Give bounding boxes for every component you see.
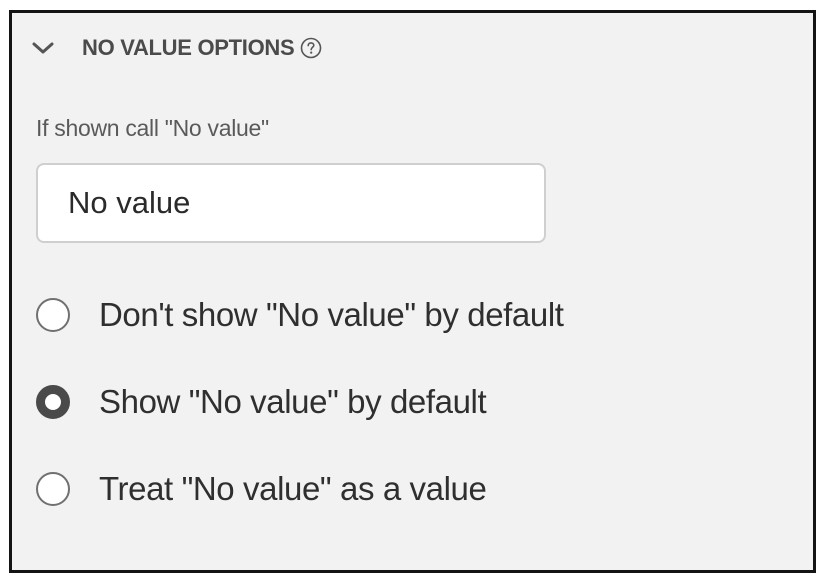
- radio-button[interactable]: [36, 472, 70, 506]
- no-value-text-input[interactable]: [36, 163, 546, 243]
- section-title: NO VALUE OPTIONS: [82, 35, 295, 60]
- section-header-toggle[interactable]: NO VALUE OPTIONS: [30, 31, 322, 65]
- radio-option-show[interactable]: Show "No value" by default: [36, 383, 487, 421]
- radio-label: Treat "No value" as a value: [99, 470, 487, 507]
- radio-button[interactable]: [36, 298, 70, 332]
- radio-button[interactable]: [36, 385, 70, 419]
- radio-option-treat-as-value[interactable]: Treat "No value" as a value: [36, 470, 487, 508]
- no-value-options-panel: NO VALUE OPTIONS If shown call "No value…: [9, 10, 816, 573]
- help-circle-icon[interactable]: [300, 37, 322, 59]
- radio-label: Show "No value" by default: [99, 383, 487, 420]
- chevron-down-icon[interactable]: [30, 38, 56, 58]
- radio-label: Don't show "No value" by default: [99, 296, 564, 333]
- no-value-label: If shown call "No value": [36, 115, 269, 141]
- radio-option-dont-show[interactable]: Don't show "No value" by default: [36, 296, 564, 334]
